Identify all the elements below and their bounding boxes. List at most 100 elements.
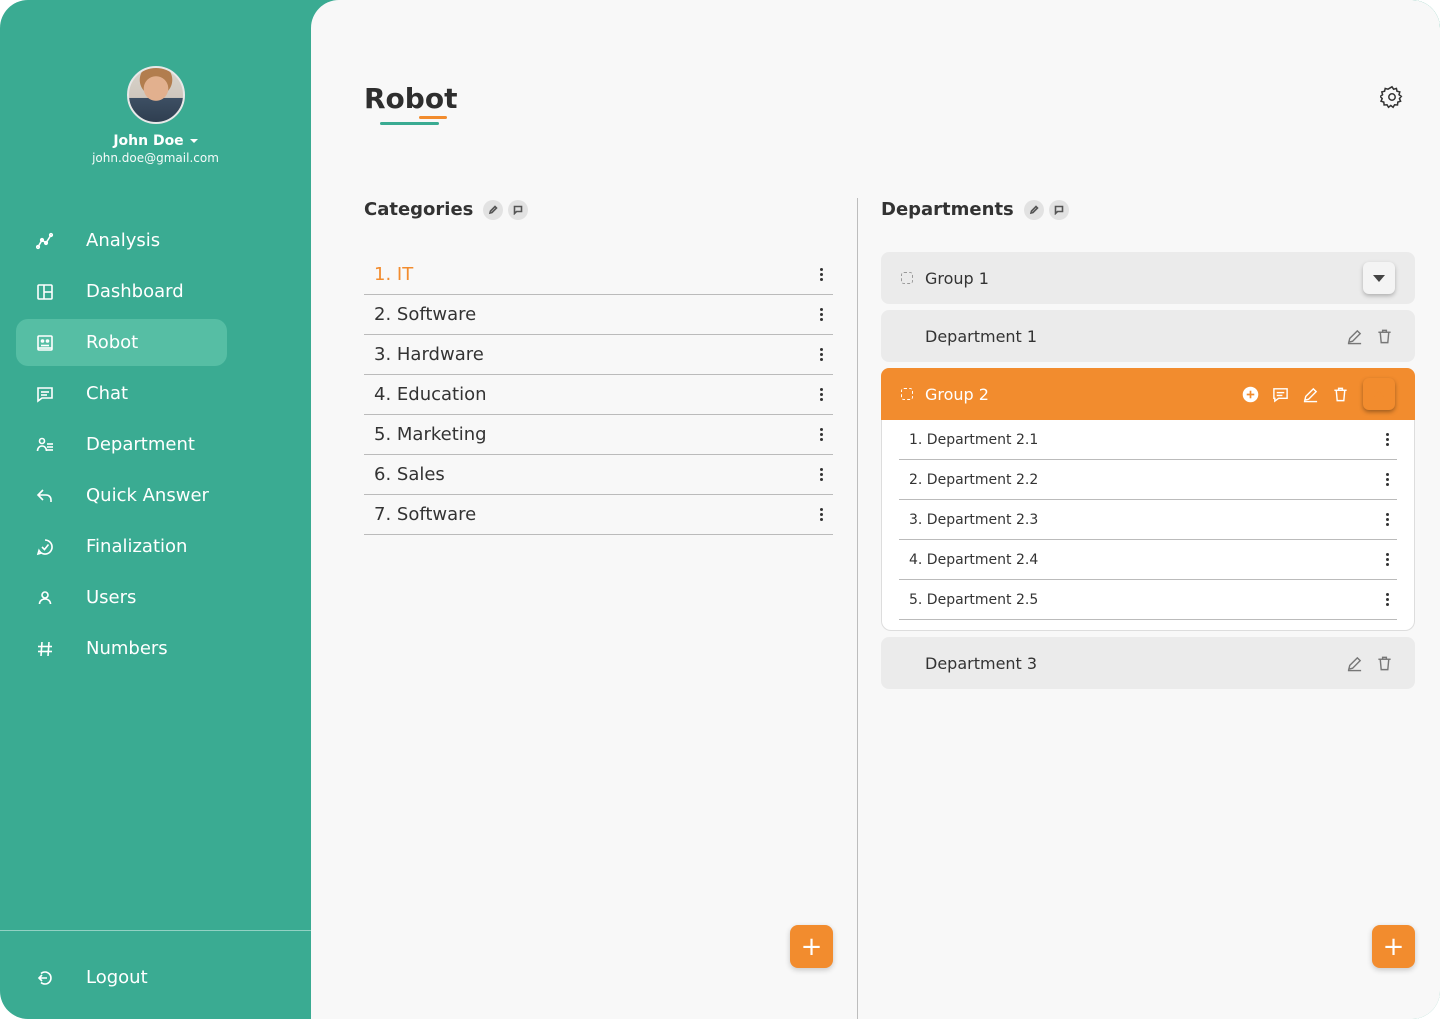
delete-button[interactable] — [1331, 385, 1349, 403]
reply-icon — [36, 487, 54, 505]
more-vertical-icon[interactable] — [815, 345, 827, 365]
comment-button[interactable] — [1271, 385, 1289, 403]
logout-button[interactable]: Logout — [16, 954, 227, 1001]
sidebar-item-quick-answer[interactable]: Quick Answer — [16, 472, 227, 519]
expand-group-button[interactable] — [1363, 262, 1395, 294]
sidebar-item-label: Chat — [86, 383, 129, 404]
list-item[interactable]: 1. Department 2.1 — [899, 420, 1397, 460]
group-label: Group 1 — [925, 268, 989, 288]
avatar[interactable] — [126, 66, 185, 124]
list-item[interactable]: 2. Department 2.2 — [899, 460, 1397, 500]
list-item[interactable]: 5. Marketing — [364, 415, 833, 455]
sidebar: John Doe john.doe@gmail.com Analysis Das… — [0, 0, 311, 1019]
list-item[interactable]: 4. Department 2.4 — [899, 540, 1397, 580]
comment-departments-button[interactable] — [1048, 199, 1069, 220]
delete-button[interactable] — [1375, 327, 1393, 345]
sidebar-divider — [0, 930, 311, 931]
edit-button[interactable] — [1301, 385, 1319, 403]
drag-select-icon[interactable] — [901, 272, 913, 284]
page-title: Robot — [364, 82, 458, 115]
sidebar-item-chat[interactable]: Chat — [16, 370, 227, 417]
user-menu-toggle[interactable]: John Doe — [113, 133, 198, 149]
pencil-icon — [489, 204, 499, 214]
list-item[interactable]: 3. Department 2.3 — [899, 500, 1397, 540]
logout-icon — [36, 969, 54, 987]
sidebar-item-robot[interactable]: Robot — [16, 319, 227, 366]
category-label: 1. IT — [374, 264, 414, 285]
comment-icon — [1272, 387, 1288, 403]
sidebar-item-label: Dashboard — [86, 281, 184, 302]
group-card-2[interactable]: Group 2 — [881, 368, 1415, 420]
trash-icon — [1333, 387, 1347, 401]
category-label: 5. Marketing — [374, 424, 487, 445]
sidebar-item-numbers[interactable]: Numbers — [16, 625, 227, 672]
plus-circle-icon — [1242, 386, 1258, 402]
logout-area: Logout — [16, 954, 227, 1005]
more-vertical-icon[interactable] — [815, 425, 827, 445]
sidebar-item-label: Quick Answer — [86, 485, 209, 506]
robot-icon — [36, 334, 54, 352]
list-item[interactable]: 1. IT — [364, 255, 833, 295]
department-card-3[interactable]: Department 3 — [881, 637, 1415, 689]
departments-header: Departments — [881, 199, 1069, 220]
sidebar-item-finalization[interactable]: Finalization — [16, 523, 227, 570]
gear-icon — [1379, 85, 1403, 109]
sidebar-item-label: Finalization — [86, 536, 188, 557]
department-card-1[interactable]: Department 1 — [881, 310, 1415, 362]
category-label: 4. Education — [374, 384, 487, 405]
column-divider — [857, 198, 858, 1019]
add-department-button[interactable]: + — [1372, 925, 1415, 968]
delete-button[interactable] — [1375, 654, 1393, 672]
main-content: Robot Categories 1. IT 2. Software 3. Ha… — [311, 0, 1440, 1019]
sidebar-item-label: Analysis — [86, 230, 161, 251]
more-vertical-icon[interactable] — [815, 305, 827, 325]
more-vertical-icon[interactable] — [1381, 470, 1393, 490]
drag-select-icon[interactable] — [901, 388, 913, 400]
user-icon — [36, 589, 54, 607]
more-vertical-icon[interactable] — [1381, 550, 1393, 570]
departments-title: Departments — [881, 199, 1014, 220]
user-profile: John Doe john.doe@gmail.com — [0, 66, 311, 165]
edit-departments-button[interactable] — [1023, 199, 1044, 220]
settings-button[interactable] — [1379, 85, 1404, 109]
collapse-group-button[interactable] — [1363, 378, 1395, 410]
department-label: 5. Department 2.5 — [909, 591, 1039, 608]
list-item[interactable]: 3. Hardware — [364, 335, 833, 375]
group-card-1[interactable]: Group 1 — [881, 252, 1415, 304]
department-label: 4. Department 2.4 — [909, 551, 1039, 568]
add-button[interactable] — [1241, 385, 1259, 403]
department-label: Department 3 — [925, 653, 1038, 673]
title-underline — [380, 122, 439, 125]
categories-header: Categories — [364, 199, 529, 220]
more-vertical-icon[interactable] — [1381, 510, 1393, 530]
title-underline-accent — [419, 116, 447, 119]
list-item[interactable]: 5. Department 2.5 — [899, 580, 1397, 620]
list-item[interactable]: 4. Education — [364, 375, 833, 415]
list-item[interactable]: 7. Software — [364, 495, 833, 535]
user-email: john.doe@gmail.com — [92, 151, 219, 165]
more-vertical-icon[interactable] — [815, 465, 827, 485]
departments-list: Group 1 Department 1 Group 2 1. Departme… — [881, 252, 1415, 695]
sidebar-item-department[interactable]: Department — [16, 421, 227, 468]
more-vertical-icon[interactable] — [815, 385, 827, 405]
edit-categories-button[interactable] — [483, 199, 504, 220]
comment-categories-button[interactable] — [508, 199, 529, 220]
pencil-icon — [1029, 204, 1039, 214]
analysis-icon — [36, 232, 54, 250]
edit-button[interactable] — [1345, 327, 1363, 345]
more-vertical-icon[interactable] — [815, 505, 827, 525]
hashtag-icon — [36, 640, 54, 658]
more-vertical-icon[interactable] — [1381, 590, 1393, 610]
sidebar-item-dashboard[interactable]: Dashboard — [16, 268, 227, 315]
edit-button[interactable] — [1345, 654, 1363, 672]
more-vertical-icon[interactable] — [815, 265, 827, 285]
category-label: 3. Hardware — [374, 344, 484, 365]
sidebar-item-analysis[interactable]: Analysis — [16, 217, 227, 264]
list-item[interactable]: 2. Software — [364, 295, 833, 335]
department-label: 2. Department 2.2 — [909, 471, 1039, 488]
sidebar-item-users[interactable]: Users — [16, 574, 227, 621]
chat-icon — [36, 385, 54, 403]
list-item[interactable]: 6. Sales — [364, 455, 833, 495]
more-vertical-icon[interactable] — [1381, 430, 1393, 450]
add-category-button[interactable]: + — [790, 925, 833, 968]
